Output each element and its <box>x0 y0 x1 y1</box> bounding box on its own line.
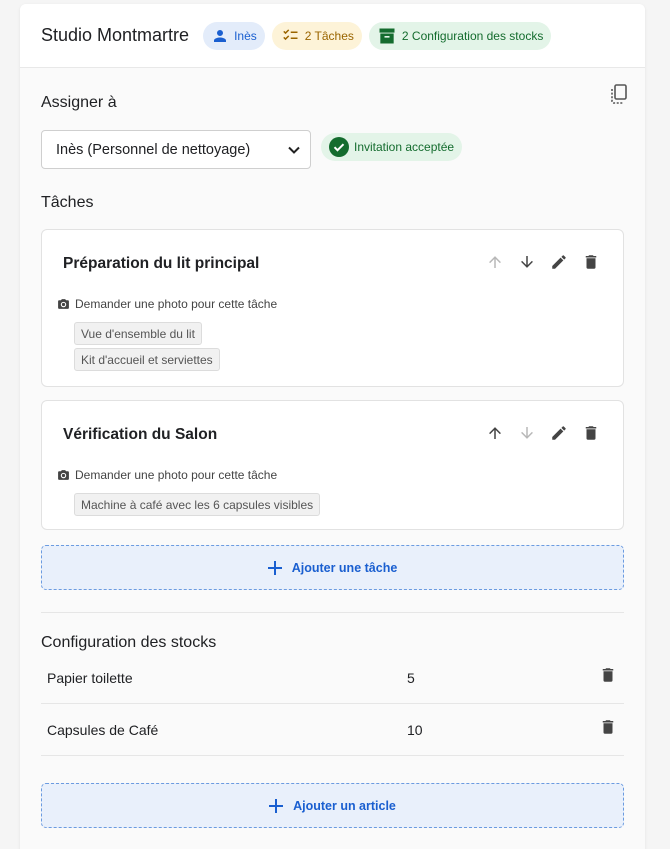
copy-icon[interactable] <box>610 84 628 109</box>
add-item-button[interactable]: Ajouter un article <box>41 783 624 828</box>
photo-request-label: Demander une photo pour cette tâche <box>75 297 278 311</box>
photo-tag: Kit d'accueil et serviettes <box>74 348 220 371</box>
delete-stock-button[interactable] <box>599 718 617 739</box>
delete-stock-button[interactable] <box>599 666 617 687</box>
camera-icon <box>58 299 69 309</box>
move-down-button[interactable] <box>511 250 543 274</box>
photo-request-row: Demander une photo pour cette tâche <box>57 297 277 311</box>
pencil-icon <box>552 255 566 269</box>
stock-item-quantity[interactable]: 5 <box>407 670 415 686</box>
stock-row: Capsules de Café 10 <box>41 704 624 756</box>
arrow-up-icon <box>489 256 501 268</box>
task-actions <box>479 250 607 274</box>
assignee-select[interactable]: Inès (Personnel de nettoyage) <box>41 130 311 169</box>
edit-task-button[interactable] <box>543 250 575 274</box>
plus-icon <box>269 798 284 813</box>
tasks-section-title: Tâches <box>41 194 94 211</box>
stock-item-name: Capsules de Café <box>47 722 159 738</box>
move-down-button[interactable] <box>511 421 543 445</box>
move-up-button[interactable] <box>479 421 511 445</box>
trash-icon <box>585 426 597 440</box>
photo-request-label: Demander une photo pour cette tâche <box>75 468 278 482</box>
plus-icon <box>267 560 282 575</box>
assignee-chip-label: Inès <box>234 28 257 43</box>
delete-task-button[interactable] <box>575 421 607 445</box>
tasks-chip[interactable]: 2 Tâches <box>271 21 362 50</box>
trash-icon <box>602 720 614 734</box>
delete-task-button[interactable] <box>575 250 607 274</box>
invitation-status-badge: Invitation acceptée <box>321 133 463 161</box>
property-card: Studio Montmartre Inès 2 Tâches 2 Config… <box>20 4 645 849</box>
add-task-button[interactable]: Ajouter une tâche <box>41 545 624 590</box>
stock-item-quantity[interactable]: 10 <box>407 722 423 738</box>
add-task-label: Ajouter une tâche <box>291 560 398 575</box>
add-item-label: Ajouter un article <box>293 798 396 813</box>
arrow-up-icon <box>489 427 501 439</box>
task-title: Préparation du lit principal <box>63 255 260 272</box>
stock-section-title: Configuration des stocks <box>41 634 217 651</box>
assign-section-title: Assigner à <box>41 94 117 111</box>
assignee-select-value: Inès (Personnel de nettoyage) <box>56 141 251 158</box>
arrow-down-icon <box>521 256 533 268</box>
trash-icon <box>585 255 597 269</box>
photo-tag: Vue d'ensemble du lit <box>74 322 202 345</box>
task-card: Préparation du lit principal Demander un… <box>41 229 624 387</box>
task-card: Vérification du Salon Demander une photo… <box>41 400 624 530</box>
stock-item-name: Papier toilette <box>47 670 133 686</box>
move-up-button[interactable] <box>479 250 511 274</box>
photo-tag: Machine à café avec les 6 capsules visib… <box>74 493 321 516</box>
arrow-down-icon <box>521 427 533 439</box>
task-actions <box>479 421 607 445</box>
archive-icon <box>379 28 395 43</box>
photo-request-row: Demander une photo pour cette tâche <box>57 468 277 482</box>
assignee-chip[interactable]: Inès <box>203 21 265 50</box>
camera-icon <box>58 470 69 480</box>
task-title: Vérification du Salon <box>63 426 218 443</box>
tasks-chip-label: 2 Tâches <box>304 28 354 43</box>
invitation-status-label: Invitation acceptée <box>354 140 455 154</box>
edit-task-button[interactable] <box>543 421 575 445</box>
section-divider <box>41 612 624 613</box>
pencil-icon <box>552 426 566 440</box>
person-icon <box>214 29 227 42</box>
card-header: Studio Montmartre Inès 2 Tâches 2 Config… <box>20 4 645 68</box>
chevron-down-icon <box>288 146 300 154</box>
checklist-icon <box>283 28 298 40</box>
stock-row: Papier toilette 5 <box>41 652 624 704</box>
stock-chip-label: 2 Configuration des stocks <box>401 28 544 43</box>
stock-chip[interactable]: 2 Configuration des stocks <box>368 21 552 50</box>
property-title: Studio Montmartre <box>41 25 190 45</box>
trash-icon <box>602 668 614 682</box>
check-circle-icon <box>329 137 349 157</box>
